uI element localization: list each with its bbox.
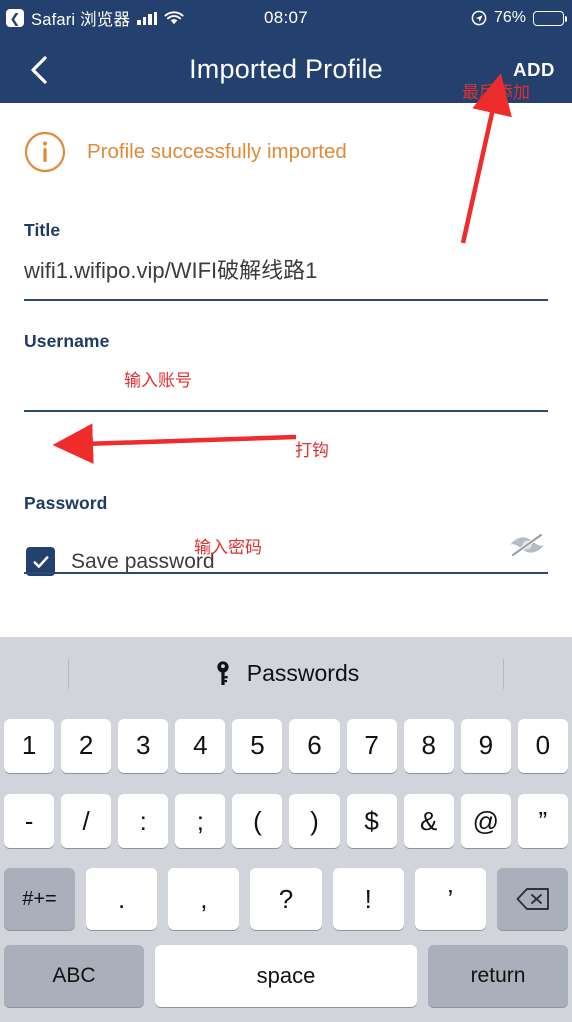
key-return[interactable]: return: [428, 945, 568, 1007]
key-1[interactable]: 1: [4, 718, 55, 773]
key-dollar[interactable]: $: [346, 794, 397, 848]
status-bar-right: 76%: [471, 0, 568, 36]
backspace-icon: [516, 888, 549, 910]
title-field: Title wifi1.wifipo.vip/WIFI破解线路1: [24, 220, 548, 301]
key-ampersand[interactable]: &: [403, 794, 454, 848]
key-semicolon[interactable]: ;: [175, 794, 226, 848]
keyboard-row-bottom: ABC space return: [0, 938, 572, 1014]
keyboard-toolbar[interactable]: Passwords: [0, 637, 572, 709]
battery-icon: [533, 10, 568, 26]
import-status-text: Profile successfully imported: [87, 140, 347, 163]
info-circle-icon: [24, 131, 66, 173]
password-label: Password: [24, 493, 108, 513]
keyboard-row-punctuation: #+= . , ? ! ’: [0, 860, 572, 938]
key-8[interactable]: 8: [403, 718, 454, 773]
passwords-autofill-label[interactable]: Passwords: [247, 660, 359, 687]
battery-percent-label: 76%: [493, 9, 526, 26]
title-label: Title: [24, 220, 61, 240]
title-input[interactable]: wifi1.wifipo.vip/WIFI破解线路1: [24, 253, 548, 289]
key-at[interactable]: @: [460, 794, 511, 848]
key-colon[interactable]: :: [118, 794, 169, 848]
keyboard-row-numbers: 1 2 3 4 5 6 7 8 9 0: [0, 709, 572, 782]
key-slash[interactable]: /: [61, 794, 112, 848]
annotation-checkbox-label: 打钩: [295, 441, 329, 460]
key-9[interactable]: 9: [460, 718, 511, 773]
annotation-password-label: 输入密码: [194, 538, 262, 557]
key-4[interactable]: 4: [175, 718, 226, 773]
key-paren-close[interactable]: ): [289, 794, 340, 848]
key-7[interactable]: 7: [346, 718, 397, 773]
key-paren-open[interactable]: (: [232, 794, 283, 848]
location-arrow-icon: [471, 10, 487, 26]
password-underline: [24, 572, 548, 574]
key-symbols-toggle[interactable]: #+=: [4, 868, 75, 930]
title-underline: [24, 299, 548, 301]
username-input[interactable]: [24, 364, 548, 400]
key-period[interactable]: .: [86, 868, 158, 930]
key-backspace[interactable]: [497, 868, 569, 930]
key-question[interactable]: ?: [250, 868, 322, 930]
toolbar-separator-left: [68, 659, 69, 689]
on-screen-keyboard: Passwords 1 2 3 4 5 6 7 8 9 0 - / : ; ( …: [0, 637, 572, 1022]
key-apostrophe[interactable]: ’: [414, 868, 487, 930]
keyboard-row-symbols: - / : ; ( ) $ & @ ”: [0, 782, 572, 860]
key-quote[interactable]: ”: [517, 794, 568, 848]
key-exclamation[interactable]: !: [332, 868, 404, 930]
toolbar-separator-right: [503, 659, 504, 689]
username-label: Username: [24, 331, 110, 351]
key-2[interactable]: 2: [61, 718, 112, 773]
annotation-username-label: 输入账号: [124, 371, 192, 390]
eye-off-icon[interactable]: [506, 530, 548, 560]
key-abc[interactable]: ABC: [4, 945, 144, 1007]
key-5[interactable]: 5: [232, 718, 283, 773]
key-0[interactable]: 0: [517, 718, 568, 773]
key-6[interactable]: 6: [289, 718, 340, 773]
key-hyphen[interactable]: -: [4, 794, 55, 848]
phone-screen: ❮ Safari 浏览器 08:07 76% Imported Profile …: [0, 0, 572, 1022]
key-3[interactable]: 3: [118, 718, 169, 773]
password-input[interactable]: [24, 528, 548, 564]
username-underline: [24, 410, 548, 412]
key-comma[interactable]: ,: [168, 868, 240, 930]
key-space[interactable]: space: [155, 945, 417, 1007]
password-field: Password: [24, 493, 548, 574]
import-status-banner: Profile successfully imported: [24, 131, 347, 173]
username-field: Username: [24, 331, 548, 412]
profile-form: Profile successfully imported Title wifi…: [0, 103, 572, 637]
key-icon: [213, 660, 233, 686]
annotation-add-label: 最后添加: [462, 83, 530, 102]
status-bar: ❮ Safari 浏览器 08:07 76%: [0, 0, 572, 36]
